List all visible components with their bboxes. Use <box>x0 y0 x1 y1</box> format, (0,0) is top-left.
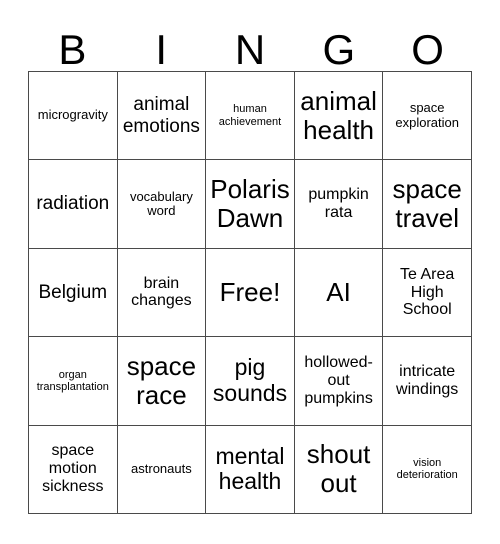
bingo-cell-r4c2[interactable]: space race <box>117 337 207 426</box>
bingo-cell-label: radiation <box>36 193 110 215</box>
bingo-cell-label: animal health <box>300 85 377 145</box>
bingo-cell-label: AI <box>326 276 351 307</box>
bingo-cell-r5c5[interactable]: vision deterioration <box>383 425 472 514</box>
bingo-cell-r5c2[interactable]: astronauts <box>117 425 207 514</box>
bingo-cell-r1c5[interactable]: space exploration <box>383 72 472 161</box>
bingo-cell-r1c4[interactable]: animal health <box>294 72 384 161</box>
bingo-cell-label: organ transplantation <box>36 368 109 393</box>
bingo-cell-label: Belgium <box>38 281 108 303</box>
bingo-header: B I N G O <box>28 16 472 71</box>
bingo-header-letter-b: B <box>58 26 87 73</box>
bingo-cell-label: vocabulary word <box>129 188 193 219</box>
bingo-header-letter-n: N <box>234 26 266 73</box>
bingo-cell-label: intricate windings <box>396 362 459 398</box>
bingo-cell-r2c5[interactable]: space travel <box>383 160 472 249</box>
bingo-cell-r5c4[interactable]: shout out <box>294 425 384 514</box>
bingo-cell-r1c3[interactable]: human achievement <box>206 72 295 161</box>
bingo-cell-label: pig sounds <box>212 354 288 406</box>
bingo-cell-label: brain changes <box>131 274 192 310</box>
bingo-cell-r2c2[interactable]: vocabulary word <box>117 160 207 249</box>
bingo-cell-r2c4[interactable]: pumpkin rata <box>294 160 384 249</box>
bingo-cell-label: shout out <box>306 439 371 499</box>
bingo-cell-label: Te Area High School <box>400 265 455 319</box>
bingo-cell-r4c5[interactable]: intricate windings <box>383 337 472 426</box>
bingo-cell-r3c4[interactable]: AI <box>294 248 384 338</box>
bingo-header-letter-g: G <box>322 26 356 73</box>
bingo-cell-label: space race <box>126 350 197 410</box>
bingo-header-letter-i: I <box>155 26 168 73</box>
bingo-cell-label: space motion sickness <box>42 442 104 496</box>
bingo-card: B I N G O microgravity animal emotions h… <box>0 0 500 544</box>
bingo-cell-label: hollowed-out pumpkins <box>304 354 373 407</box>
bingo-cell-r2c3[interactable]: Polaris Dawn <box>206 160 295 249</box>
bingo-cell-r4c1[interactable]: organ transplantation <box>29 337 118 426</box>
bingo-cell-r4c3[interactable]: pig sounds <box>206 337 295 426</box>
bingo-cell-r3c5[interactable]: Te Area High School <box>383 248 472 338</box>
bingo-cell-r5c3[interactable]: mental health <box>206 425 295 514</box>
bingo-cell-label: Polaris Dawn <box>210 173 290 234</box>
bingo-cell-r3c1[interactable]: Belgium <box>29 248 118 338</box>
bingo-cell-r1c1[interactable]: microgravity <box>29 72 118 161</box>
bingo-cell-label: space exploration <box>395 100 459 130</box>
bingo-cell-r1c2[interactable]: animal emotions <box>117 72 207 161</box>
bingo-cell-label: animal emotions <box>122 94 200 137</box>
bingo-cell-label: mental health <box>215 442 285 495</box>
bingo-cell-label: vision deterioration <box>396 456 458 482</box>
bingo-cell-label: microgravity <box>37 107 108 123</box>
bingo-cell-label: human achievement <box>218 103 282 128</box>
bingo-free-space-label: Free! <box>219 276 281 307</box>
bingo-grid: microgravity animal emotions human achie… <box>28 71 472 514</box>
bingo-cell-label: space travel <box>392 173 462 234</box>
bingo-cell-r4c4[interactable]: hollowed-out pumpkins <box>294 337 384 426</box>
bingo-cell-r5c1[interactable]: space motion sickness <box>29 425 118 514</box>
bingo-cell-label: astronauts <box>131 461 192 477</box>
bingo-cell-free-space[interactable]: Free! <box>206 248 295 338</box>
bingo-cell-r3c2[interactable]: brain changes <box>117 248 207 338</box>
bingo-cell-r2c1[interactable]: radiation <box>29 160 118 249</box>
bingo-cell-label: pumpkin rata <box>308 186 369 222</box>
bingo-header-letter-o: O <box>411 26 444 73</box>
